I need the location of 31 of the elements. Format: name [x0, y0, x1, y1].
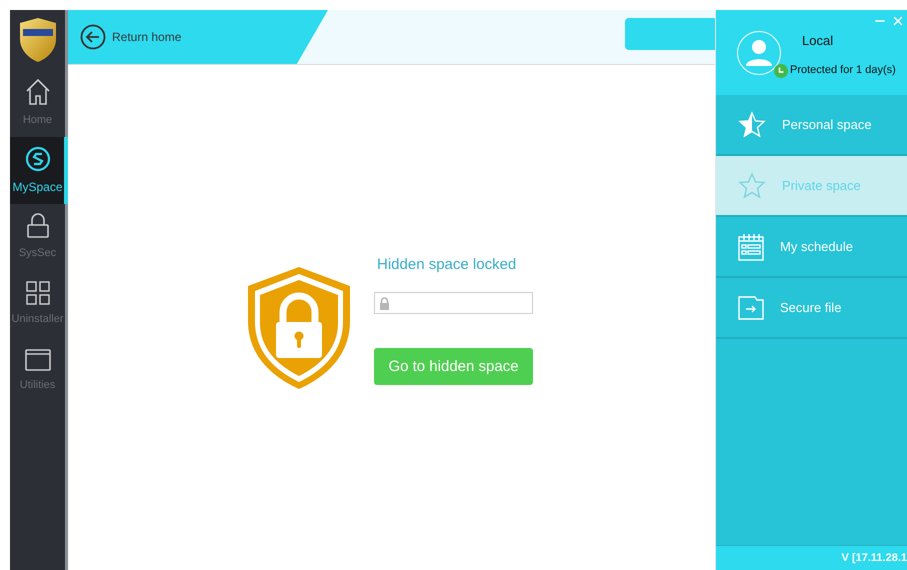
folder-arrow-icon [738, 296, 764, 320]
window-icon [24, 349, 50, 372]
half-star-icon [738, 110, 766, 138]
star-icon [738, 172, 766, 200]
locked-title: Hidden space locked [376, 254, 516, 275]
protection-status: Protected for 1 day(s) [789, 63, 896, 78]
go-to-hidden-space-button[interactable]: Go to hidden space [374, 348, 533, 386]
shield-logo-icon [18, 17, 58, 63]
account-name: Local [801, 32, 834, 50]
close-button[interactable] [891, 14, 905, 28]
clock-badge-icon [774, 64, 788, 78]
grid-icon [26, 281, 50, 306]
close-icon [891, 14, 905, 28]
version-label: V [17.11.28.1 [842, 550, 907, 566]
return-home-link[interactable]: Return home [80, 24, 182, 50]
avatar-icon [736, 30, 782, 76]
sidebar-item[interactable]: SysSec [10, 204, 65, 271]
password-field[interactable] [374, 292, 533, 314]
s-logo-icon [24, 146, 50, 172]
toolbar-button[interactable] [625, 18, 715, 50]
menu-item[interactable]: Private space [716, 156, 907, 217]
selection-pointer [64, 137, 68, 204]
calendar-icon [738, 232, 764, 260]
sidebar-item[interactable]: Uninstaller [10, 271, 65, 338]
sidebar-item[interactable]: Home [10, 70, 65, 137]
lock-icon [26, 213, 50, 240]
padlock-icon [379, 296, 390, 310]
home-icon [24, 78, 50, 106]
sidebar-item[interactable]: Utilities [10, 338, 65, 405]
sidebar-item[interactable]: MySpace [10, 137, 65, 204]
shield-lock-icon [246, 266, 352, 390]
